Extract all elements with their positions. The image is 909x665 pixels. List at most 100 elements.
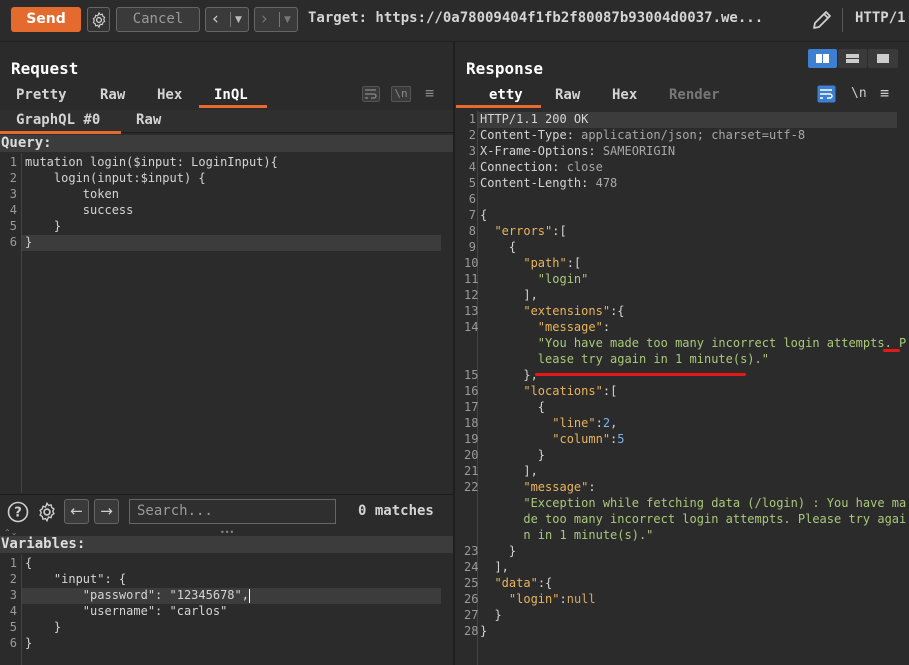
line-number: 6 (468, 192, 476, 206)
tab-render[interactable]: Render (669, 87, 720, 103)
variables-label: Variables: (0, 536, 453, 553)
response-code-line: } (480, 448, 546, 462)
line-number: 5 (468, 176, 476, 190)
tab-inql[interactable]: InQL (214, 87, 248, 103)
code-line: { (25, 556, 33, 570)
settings-button[interactable] (87, 7, 110, 32)
response-code-line: "column":5 (552, 432, 625, 446)
response-code-line: Connection: close (480, 160, 603, 174)
dropdown-arrow-icon: ▼ (235, 15, 242, 25)
annotation-underline (535, 373, 746, 376)
tab-hex[interactable]: Hex (612, 87, 637, 103)
send-button[interactable]: Send (11, 7, 81, 32)
layout-tabs-button[interactable] (868, 49, 898, 68)
active-tab-indicator (199, 105, 267, 108)
search-settings-gear-icon[interactable] (36, 501, 58, 523)
response-code-line: ], (480, 560, 509, 574)
code-line: } (25, 636, 33, 650)
response-code-line: "data":{ (494, 576, 553, 590)
match-count: 0 matches (358, 503, 434, 519)
code-line: token (25, 187, 119, 201)
previous-match-button[interactable]: ← (64, 499, 89, 524)
tab-pretty[interactable]: Pretty (16, 87, 67, 103)
target-url[interactable]: Target: https://0a78009404f1fb2f80087b93… (308, 10, 763, 26)
help-icon[interactable]: ? (7, 501, 29, 523)
line-number: 27 (464, 608, 479, 622)
line-number: 26 (464, 592, 479, 606)
response-code-line: { (480, 240, 517, 254)
response-code-line: "message": (523, 480, 596, 494)
subtab-graphql[interactable]: GraphQL #0 (16, 112, 100, 128)
query-editor[interactable]: 1 2 3 4 5 6 mutation login($input: Login… (0, 153, 453, 493)
wrap-icon[interactable] (362, 86, 380, 102)
code-line: success (25, 203, 134, 217)
wrap-icon[interactable] (817, 85, 836, 103)
line-number: 22 (464, 480, 479, 494)
search-input[interactable]: Search... (129, 499, 336, 524)
response-code-line: de too many incorrect login attempts. Pl… (480, 512, 907, 526)
panel-divider[interactable] (453, 42, 455, 665)
newline-toggle-icon[interactable]: \n (391, 86, 411, 102)
top-toolbar: Send Cancel ‹ ▼ › ▼ Target: https://0a78… (0, 0, 909, 42)
line-number: 2 (468, 128, 476, 142)
active-subtab-indicator (0, 131, 121, 134)
response-code-line: { (480, 400, 546, 414)
response-code-line: n in 1 minute(s)." (480, 528, 654, 542)
http-version-selector[interactable]: HTTP/1 (855, 10, 906, 26)
tab-raw[interactable]: Raw (555, 87, 580, 103)
arrow-left-icon: ← (70, 502, 83, 520)
response-code-line: ], (480, 288, 538, 302)
line-number: 15 (464, 368, 479, 382)
response-title: Response (466, 59, 544, 78)
line-number: 16 (464, 384, 479, 398)
code-line: "username": "carlos" (25, 604, 228, 618)
line-number: 28 (464, 624, 479, 638)
code-line: "input": { (25, 572, 127, 586)
menu-icon[interactable]: ≡ (880, 84, 889, 102)
back-button[interactable]: ‹ ▼ (205, 7, 249, 32)
tab-hex[interactable]: Hex (157, 87, 182, 103)
menu-icon[interactable]: ≡ (425, 84, 434, 102)
line-number: 20 (464, 448, 479, 462)
tab-raw[interactable]: Raw (100, 87, 125, 103)
chevron-left-icon: ‹ (212, 9, 219, 29)
code-line: login(input:$input) { (25, 171, 206, 185)
response-code-line: Content-Length: 478 (480, 176, 618, 190)
line-number: 8 (468, 224, 476, 238)
request-title: Request (11, 59, 79, 78)
response-code-line: "locations":[ (523, 384, 618, 398)
line-number: 7 (468, 208, 476, 222)
pencil-icon[interactable] (810, 8, 834, 32)
response-editor[interactable]: 1 HTTP/1.1 200 OK 2 Content-Type: applicati… (456, 111, 909, 665)
tab-pretty[interactable]: etty (489, 87, 523, 103)
cancel-button[interactable]: Cancel (116, 7, 200, 32)
chevron-right-icon: › (261, 9, 268, 29)
line-number: 12 (464, 288, 479, 302)
response-code-line: X-Frame-Options: SAMEORIGIN (480, 144, 676, 158)
code-line: } (25, 219, 62, 233)
response-code-line: "Exception while fetching data (/login) … (480, 496, 907, 510)
dropdown-arrow-icon: ▼ (284, 15, 291, 25)
line-number: 11 (464, 272, 479, 286)
response-code-line: lease try again in 1 minute(s)." (480, 352, 769, 366)
line-number: 19 (464, 432, 479, 446)
code-line: } (25, 620, 62, 634)
forward-button[interactable]: › ▼ (254, 7, 298, 32)
layout-side-by-side-button[interactable] (808, 49, 837, 68)
layout-stacked-button[interactable] (838, 49, 867, 68)
response-code-line: Content-Type: application/json; charset=… (480, 128, 806, 142)
next-match-button[interactable]: → (94, 499, 119, 524)
gear-icon (92, 11, 106, 29)
response-code-line: "You have made too many incorrect login … (480, 336, 907, 350)
active-tab-indicator (456, 105, 541, 108)
line-number: 3 (468, 144, 476, 158)
line-number: 24 (464, 560, 479, 574)
code-line: mutation login($input: LoginInput){ (25, 155, 278, 169)
newline-toggle-icon[interactable]: \n (851, 86, 867, 101)
code-line: "password": "12345678", (25, 588, 249, 602)
variables-editor[interactable]: 1 2 3 4 5 6 { "input": { "password": "12… (0, 555, 453, 665)
subtab-raw[interactable]: Raw (136, 112, 161, 128)
response-code-line: "message": (537, 320, 611, 334)
response-code-line: "login":null (508, 592, 596, 606)
annotation-underline (883, 349, 900, 352)
